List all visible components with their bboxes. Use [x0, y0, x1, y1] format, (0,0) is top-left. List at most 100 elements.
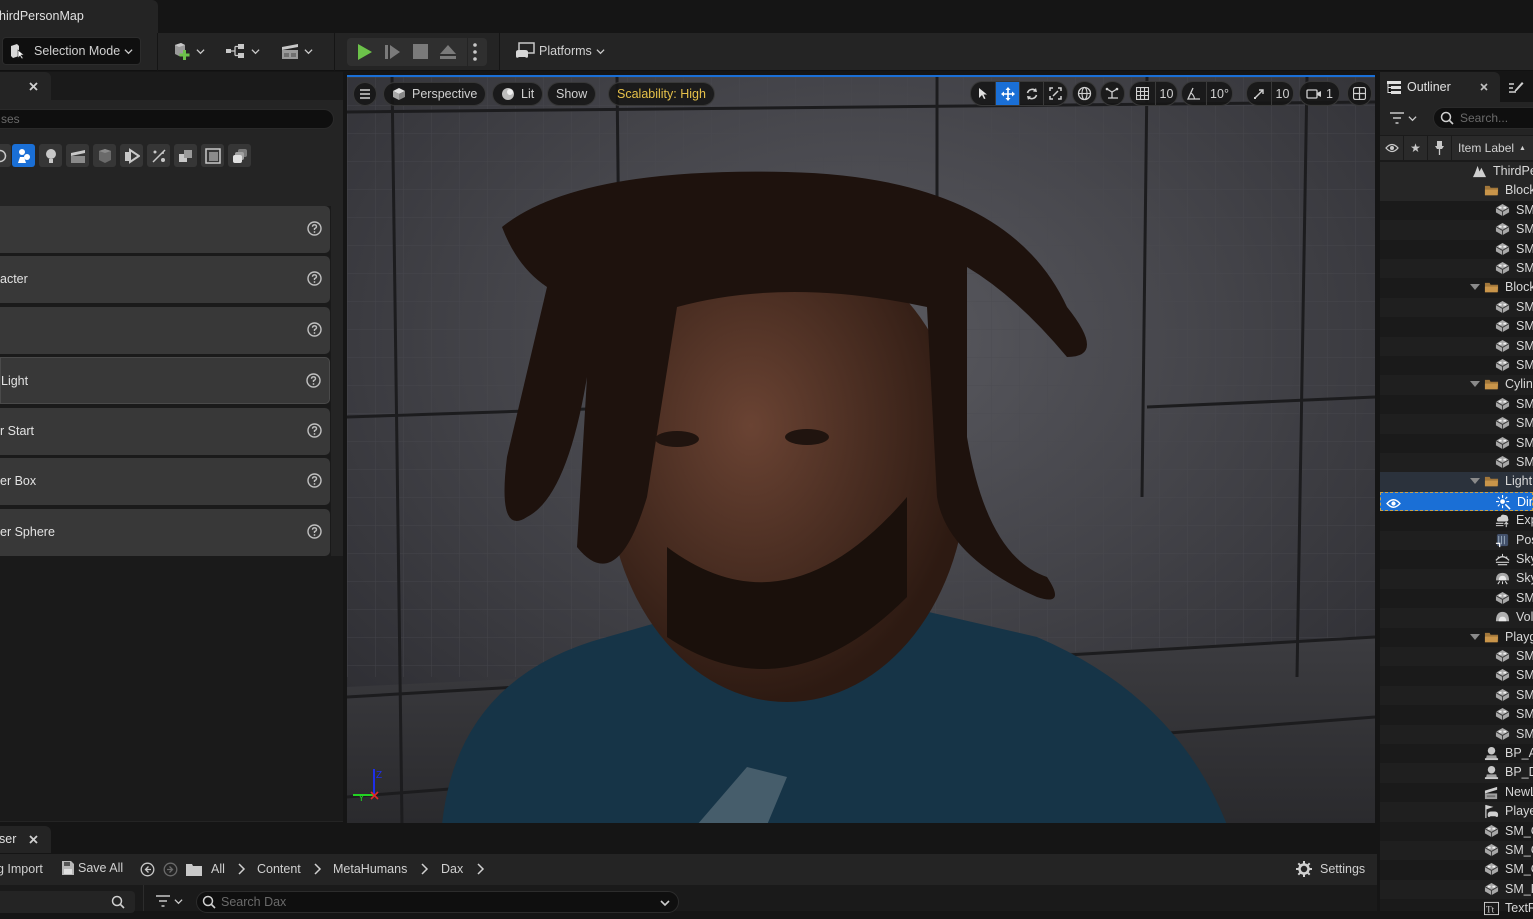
chevron-right-icon[interactable]: [236, 863, 246, 875]
outliner-folder-row[interactable]: Block: [1380, 278, 1533, 297]
grid-snap-value[interactable]: 10: [1155, 82, 1177, 105]
folder-icon[interactable]: [186, 863, 202, 876]
content-filter-dropdown[interactable]: [156, 895, 183, 907]
viewport-options-button[interactable]: [353, 82, 377, 106]
select-tool[interactable]: [971, 82, 995, 105]
close-icon[interactable]: [1480, 83, 1488, 91]
outliner-row[interactable]: ThirdPe: [1380, 162, 1533, 182]
outliner-row[interactable]: SM: [1380, 666, 1533, 685]
search-classes-input[interactable]: ses: [0, 109, 334, 129]
outliner-row[interactable]: BP_D: [1380, 763, 1533, 783]
forward-icon[interactable]: [163, 862, 178, 877]
more-options-icon[interactable]: [473, 43, 477, 61]
selection-mode-dropdown[interactable]: Selection Mode: [2, 37, 141, 65]
actor-item[interactable]: [0, 307, 330, 354]
outliner-row[interactable]: Tt TextR: [1380, 899, 1533, 918]
category-effects[interactable]: [147, 144, 170, 167]
outliner-row-selected[interactable]: Dir: [1380, 491, 1533, 512]
import-button[interactable]: g Import: [0, 862, 43, 876]
outliner-row[interactable]: SM: [1380, 201, 1533, 220]
help-icon[interactable]: [307, 524, 322, 539]
help-icon[interactable]: [307, 221, 322, 236]
outliner-row[interactable]: SM_F: [1380, 879, 1533, 900]
outliner-row[interactable]: NewL: [1380, 783, 1533, 802]
outliner-row[interactable]: SM: [1380, 336, 1533, 356]
breadcrumb-metahumans[interactable]: MetaHumans: [333, 862, 407, 876]
chevron-right-icon[interactable]: [419, 863, 429, 875]
category-basic[interactable]: [12, 144, 35, 167]
outliner-row[interactable]: SM: [1380, 356, 1533, 375]
help-icon[interactable]: [307, 271, 322, 286]
outliner-row[interactable]: SM: [1380, 259, 1533, 279]
pin-column[interactable]: [1428, 136, 1452, 160]
grid-snap-toggle[interactable]: [1130, 82, 1155, 105]
outliner-row[interactable]: SM_C: [1380, 841, 1533, 861]
outliner-row[interactable]: Pos: [1380, 530, 1533, 550]
save-all-button[interactable]: Save All: [62, 861, 123, 875]
outliner-row[interactable]: BP_A: [1380, 744, 1533, 763]
translate-tool[interactable]: [995, 82, 1019, 105]
outliner-row[interactable]: Exp: [1380, 511, 1533, 530]
expand-arrow-icon[interactable]: [1470, 284, 1480, 291]
stop-icon[interactable]: [413, 44, 428, 59]
expand-arrow-icon[interactable]: [1470, 633, 1480, 640]
rotation-snap-toggle[interactable]: [1182, 82, 1206, 105]
expand-arrow-icon[interactable]: [1470, 381, 1480, 388]
eye-icon[interactable]: [1386, 496, 1401, 511]
camera-speed-button[interactable]: 1: [1299, 81, 1340, 106]
outliner-row[interactable]: SM_C: [1380, 822, 1533, 841]
content-search-input[interactable]: Search Dax: [196, 891, 679, 913]
actor-item[interactable]: r Start: [0, 408, 330, 455]
outliner-row[interactable]: SM: [1380, 589, 1533, 608]
breadcrumb-dax[interactable]: Dax: [441, 862, 463, 876]
viewport-scene[interactable]: Z Y: [347, 77, 1375, 823]
viewport-layout-button[interactable]: [1347, 81, 1372, 106]
actor-item[interactable]: er Sphere: [0, 509, 330, 556]
breadcrumb-all[interactable]: All: [211, 862, 225, 876]
actor-item[interactable]: acter: [0, 256, 330, 303]
outliner-row[interactable]: SM: [1380, 240, 1533, 259]
chevron-down-icon[interactable]: [660, 898, 670, 908]
help-icon[interactable]: [307, 473, 322, 488]
close-icon[interactable]: [29, 835, 38, 844]
place-actors-tab[interactable]: [0, 72, 51, 100]
actor-item[interactable]: Light: [0, 357, 330, 404]
outliner-row[interactable]: Vol: [1380, 608, 1533, 628]
category-geometry[interactable]: [174, 144, 197, 167]
outliner-folder-row[interactable]: Cylin: [1380, 375, 1533, 395]
coordinate-system-toggle[interactable]: [1072, 81, 1097, 106]
content-browser-tab[interactable]: ser: [0, 826, 51, 853]
chevron-right-icon[interactable]: [475, 863, 485, 875]
category-visual-effects[interactable]: [93, 144, 116, 167]
sources-search-input[interactable]: [0, 891, 135, 913]
actor-item[interactable]: er Box: [0, 458, 330, 505]
category-recent[interactable]: [0, 144, 11, 167]
outliner-row[interactable]: SM: [1380, 297, 1533, 318]
perspective-dropdown[interactable]: Perspective: [383, 82, 487, 106]
level-tab[interactable]: hirdPersonMap: [0, 0, 158, 33]
outliner-row[interactable]: SM: [1380, 647, 1533, 667]
settings-button[interactable]: Settings: [1296, 861, 1365, 877]
surface-snapping-toggle[interactable]: [1100, 81, 1125, 106]
play-icon[interactable]: [355, 43, 373, 61]
eject-icon[interactable]: [439, 44, 457, 60]
expand-arrow-icon[interactable]: [1470, 478, 1480, 485]
show-dropdown[interactable]: Show: [547, 82, 597, 106]
help-icon[interactable]: [306, 373, 321, 388]
rotate-tool[interactable]: [1019, 82, 1043, 105]
outliner-row[interactable]: SM: [1380, 705, 1533, 724]
outliner-folder-row[interactable]: Light: [1380, 472, 1533, 492]
blueprints-button[interactable]: [225, 42, 260, 60]
category-cinematic[interactable]: [66, 144, 89, 167]
chevron-right-icon[interactable]: [312, 863, 322, 875]
outliner-search-input[interactable]: Search...: [1433, 107, 1533, 129]
level-viewport[interactable]: Z Y Perspective Lit Show Scalability: Hi…: [347, 75, 1375, 823]
outliner-row[interactable]: Sky: [1380, 569, 1533, 589]
details-tab-icon[interactable]: [1508, 80, 1524, 95]
outliner-row[interactable]: SM: [1380, 453, 1533, 473]
filter-dropdown[interactable]: [1390, 112, 1417, 124]
category-volumes[interactable]: [120, 144, 143, 167]
platforms-dropdown[interactable]: Platforms: [515, 42, 605, 60]
outliner-row[interactable]: SM: [1380, 220, 1533, 240]
outliner-folder-row[interactable]: Block: [1380, 181, 1533, 201]
